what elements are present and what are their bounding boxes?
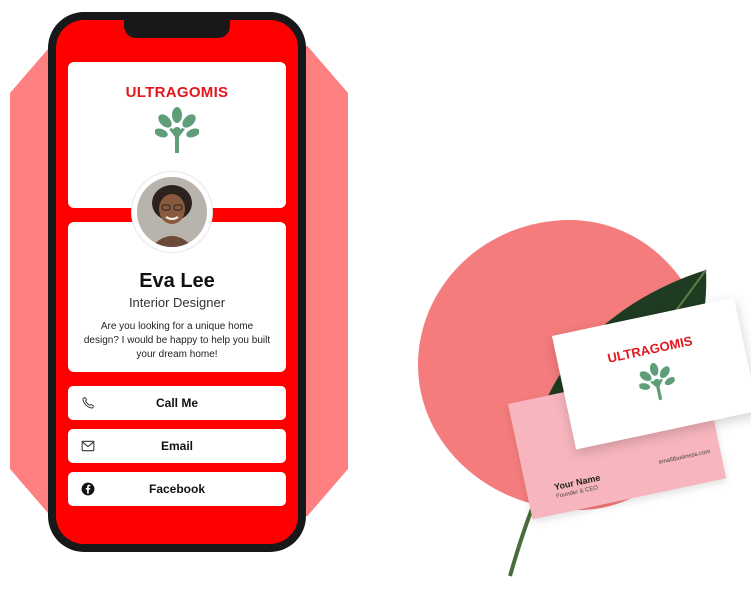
phone-screen: ULTRAGOMIS Eva Lee Interior Designer Are… <box>56 20 298 544</box>
card-tree-logo-icon <box>638 362 676 401</box>
brand-logo-text: ULTRAGOMIS <box>125 84 229 101</box>
profile-bio: Are you looking for a unique home design… <box>83 321 271 360</box>
facebook-icon <box>80 481 96 497</box>
phone-mockup: ULTRAGOMIS Eva Lee Interior Designer Are… <box>48 12 306 552</box>
avatar <box>132 172 212 252</box>
call-me-button[interactable]: Call Me <box>68 386 286 420</box>
facebook-label: Facebook <box>148 482 205 496</box>
email-button[interactable]: Email <box>68 429 286 463</box>
tree-logo-icon <box>155 107 199 153</box>
phone-icon <box>80 395 96 411</box>
facebook-button[interactable]: Facebook <box>68 472 286 506</box>
email-label: Email <box>160 439 193 453</box>
email-icon <box>80 438 96 454</box>
phone-notch <box>124 20 230 38</box>
card-website: emailtbusiness.com <box>658 449 712 466</box>
call-me-label: Call Me <box>155 396 198 410</box>
avatar-portrait-icon <box>137 177 207 247</box>
profile-name: Eva Lee <box>139 270 215 292</box>
profile-title: Interior Designer <box>128 295 226 310</box>
